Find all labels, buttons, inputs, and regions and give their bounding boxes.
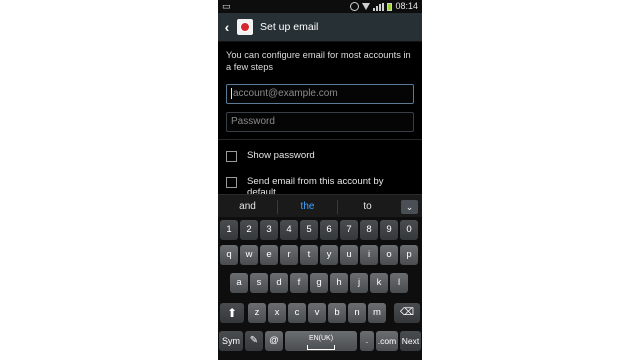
key[interactable]: e [260, 245, 278, 265]
space-bar-icon [307, 345, 335, 350]
key[interactable]: o [380, 245, 398, 265]
key[interactable]: u [340, 245, 358, 265]
key[interactable]: i [360, 245, 378, 265]
page-title: Set up email [260, 21, 319, 33]
suggestion-bar: and the to ⌄ [218, 194, 422, 218]
keyboard: 1 2 3 4 5 6 7 8 9 0 q w e r t y u i o p … [218, 217, 422, 360]
key[interactable]: f [290, 273, 308, 293]
backspace-icon[interactable]: ⌫ [394, 303, 420, 323]
key[interactable]: s [250, 273, 268, 293]
send-default-checkbox[interactable] [226, 177, 237, 188]
status-right: 08:14 [350, 0, 418, 13]
next-key[interactable]: Next [400, 331, 421, 351]
key[interactable]: p [400, 245, 418, 265]
key[interactable]: d [270, 273, 288, 293]
key[interactable]: j [350, 273, 368, 293]
show-password-row[interactable]: Show password [226, 150, 315, 162]
notification-icons: ▭ [222, 1, 231, 11]
dotcom-key[interactable]: .com [376, 331, 398, 351]
phone-screen: ▭ 08:14 ‹ Set up email You can configure… [218, 0, 422, 360]
key[interactable]: v [308, 303, 326, 323]
chevron-down-icon[interactable]: ⌄ [401, 199, 418, 214]
chevron-left-icon[interactable]: ‹ [220, 13, 234, 42]
email-app-icon[interactable] [237, 19, 253, 35]
setup-form: You can configure email for most account… [218, 42, 422, 198]
key[interactable]: q [220, 245, 238, 265]
status-time: 08:14 [395, 1, 418, 11]
action-bar: ‹ Set up email [218, 13, 422, 42]
intro-text: You can configure email for most account… [226, 50, 411, 72]
text-cursor [231, 87, 232, 99]
dot-key[interactable]: . [360, 331, 374, 351]
suggestion-middle[interactable]: the [278, 201, 337, 212]
key[interactable]: w [240, 245, 258, 265]
shift-arrow-icon[interactable]: ⬆ [220, 303, 244, 323]
key[interactable]: 5 [300, 220, 318, 240]
key[interactable]: g [310, 273, 328, 293]
suggestion-left[interactable]: and [218, 201, 277, 212]
battery-icon [387, 2, 393, 11]
key[interactable]: 2 [240, 220, 258, 240]
key[interactable]: z [248, 303, 266, 323]
password-placeholder: Password [231, 116, 275, 127]
key[interactable]: y [320, 245, 338, 265]
key[interactable]: l [390, 273, 408, 293]
key[interactable]: r [280, 245, 298, 265]
sym-key[interactable]: Sym [219, 331, 243, 351]
key[interactable]: 6 [320, 220, 338, 240]
key[interactable]: c [288, 303, 306, 323]
alarm-icon [350, 2, 360, 11]
key[interactable]: k [370, 273, 388, 293]
key[interactable]: 1 [220, 220, 238, 240]
handwriting-settings-icon[interactable]: ✎ [245, 331, 263, 351]
email-placeholder: account@example.com [233, 88, 338, 99]
at-key[interactable]: @ [265, 331, 283, 351]
key[interactable]: 8 [360, 220, 378, 240]
show-password-checkbox[interactable] [226, 151, 237, 162]
suggestion-right[interactable]: to [338, 201, 397, 212]
signal-icon [373, 2, 385, 11]
key[interactable]: 7 [340, 220, 358, 240]
wifi-icon [362, 3, 371, 10]
key[interactable]: m [368, 303, 386, 323]
key[interactable]: n [348, 303, 366, 323]
key[interactable]: 9 [380, 220, 398, 240]
key[interactable]: 4 [280, 220, 298, 240]
status-bar: ▭ 08:14 [218, 0, 422, 13]
key[interactable]: 0 [400, 220, 418, 240]
key[interactable]: b [328, 303, 346, 323]
key[interactable]: a [230, 273, 248, 293]
key[interactable]: x [268, 303, 286, 323]
password-field[interactable]: Password [226, 112, 414, 132]
key[interactable]: t [300, 245, 318, 265]
space-key[interactable]: EN(UK) [285, 331, 357, 351]
show-password-label: Show password [247, 150, 315, 161]
key[interactable]: h [330, 273, 348, 293]
email-field[interactable]: account@example.com [226, 84, 414, 104]
space-label: EN(UK) [308, 335, 334, 342]
key[interactable]: 3 [260, 220, 278, 240]
divider [218, 139, 422, 140]
